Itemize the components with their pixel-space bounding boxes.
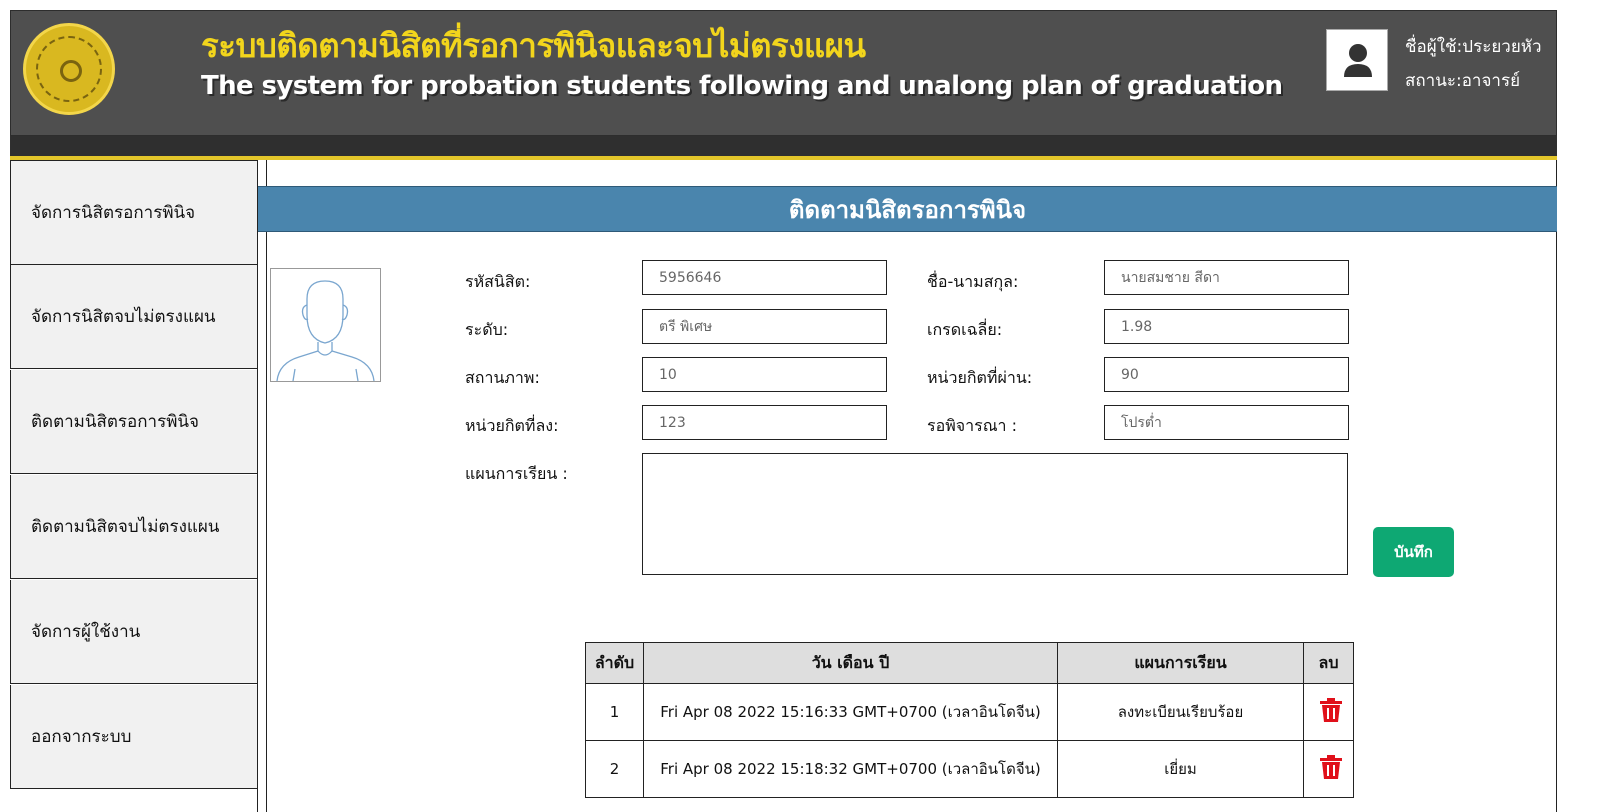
university-seal-logo	[23, 23, 115, 115]
sidebar-item-track-probation[interactable]: ติดตามนิสิตรอการพินิจ	[10, 370, 267, 474]
study-plan-textarea[interactable]	[642, 453, 1348, 575]
student-id-label: รหัสนิสิต:	[465, 272, 531, 291]
sidebar-nav: จัดการนิสิตรอการพินิจ จัดการนิสิตจบไม่ตร…	[10, 160, 267, 812]
trash-icon[interactable]	[1318, 697, 1342, 722]
sidebar-item-label: จัดการนิสิตจบไม่ตรงแผน	[31, 307, 216, 327]
credits-passed-field[interactable]	[1104, 357, 1349, 392]
table-row: 1 Fri Apr 08 2022 15:16:33 GMT+0700 (เวล…	[585, 683, 1354, 741]
sidebar-divider	[257, 160, 267, 812]
column-header-plan: แผนการเรียน	[1057, 642, 1304, 684]
student-photo	[270, 268, 381, 382]
full-name-field[interactable]	[1104, 260, 1349, 295]
student-id-field[interactable]	[642, 260, 887, 295]
sidebar-item-label: ติดตามนิสิตจบไม่ตรงแผน	[31, 517, 220, 537]
row-plan: ลงทะเบียนเรียบร้อย	[1057, 683, 1304, 741]
level-label: ระดับ:	[465, 320, 509, 339]
gpa-label: เกรดเฉลี่ย:	[927, 320, 1003, 339]
user-avatar[interactable]	[1326, 29, 1388, 91]
row-date: Fri Apr 08 2022 15:18:32 GMT+0700 (เวลาอ…	[643, 740, 1058, 798]
app-title-english: The system for probation students follow…	[201, 71, 1283, 101]
column-header-date: วัน เดือน ปี	[643, 642, 1058, 684]
header-bar	[10, 136, 1557, 156]
user-icon	[1344, 44, 1372, 77]
row-delete-cell	[1303, 740, 1354, 798]
sidebar-item-label: จัดการนิสิตรอการพินิจ	[31, 203, 196, 223]
status-field[interactable]	[642, 357, 887, 392]
credits-registered-field[interactable]	[642, 405, 887, 440]
user-role-label: สถานะ:อาจารย์	[1405, 71, 1521, 91]
level-field[interactable]	[642, 309, 887, 344]
sidebar-item-manage-probation[interactable]: จัดการนิสิตรอการพินิจ	[10, 160, 267, 265]
app-header: ระบบติดตามนิสิตที่รอการพินิจและจบไม่ตรงแ…	[10, 10, 1557, 136]
row-number: 2	[585, 740, 644, 798]
app-title-thai: ระบบติดตามนิสิตที่รอการพินิจและจบไม่ตรงแ…	[201, 26, 866, 65]
sidebar-item-logout[interactable]: ออกจากระบบ	[10, 685, 267, 789]
plan-history-table: ลำดับ วัน เดือน ปี แผนการเรียน ลบ 1 Fri …	[585, 642, 1354, 798]
row-plan: เยี่ยม	[1057, 740, 1304, 798]
save-button[interactable]: บันทึก	[1373, 527, 1454, 577]
sidebar-item-track-off-plan[interactable]: ติดตามนิสิตจบไม่ตรงแผน	[10, 475, 267, 579]
pending-label: รอพิจารณา :	[927, 416, 1018, 435]
sidebar-item-label: ออกจากระบบ	[31, 727, 132, 747]
pending-field[interactable]	[1104, 405, 1349, 440]
column-header-no: ลำดับ	[585, 642, 644, 684]
sidebar-item-manage-users[interactable]: จัดการผู้ใช้งาน	[10, 580, 267, 684]
sidebar-item-manage-off-plan[interactable]: จัดการนิสิตจบไม่ตรงแผน	[10, 265, 267, 369]
user-name-label: ชื่อผู้ใช้:ประยวยหัว	[1405, 37, 1542, 57]
sidebar-item-label: จัดการผู้ใช้งาน	[31, 622, 141, 642]
row-date: Fri Apr 08 2022 15:16:33 GMT+0700 (เวลาอ…	[643, 683, 1058, 741]
table-header-row: ลำดับ วัน เดือน ปี แผนการเรียน ลบ	[585, 642, 1354, 684]
status-label: สถานภาพ:	[465, 368, 540, 387]
row-delete-cell	[1303, 683, 1354, 741]
trash-icon[interactable]	[1318, 754, 1342, 779]
credits-passed-label: หน่วยกิตที่ผ่าน:	[927, 368, 1033, 387]
sidebar-item-label: ติดตามนิสิตรอการพินิจ	[31, 412, 200, 432]
gpa-field[interactable]	[1104, 309, 1349, 344]
column-header-delete: ลบ	[1303, 642, 1354, 684]
full-name-label: ชื่อ-นามสกุล:	[927, 272, 1019, 291]
page-title: ติดตามนิสิตรอการพินิจ	[258, 186, 1557, 232]
study-plan-label: แผนการเรียน :	[465, 464, 568, 483]
row-number: 1	[585, 683, 644, 741]
table-row: 2 Fri Apr 08 2022 15:18:32 GMT+0700 (เวล…	[585, 740, 1354, 798]
credits-registered-label: หน่วยกิตที่ลง:	[465, 416, 559, 435]
person-placeholder-icon	[276, 280, 375, 382]
